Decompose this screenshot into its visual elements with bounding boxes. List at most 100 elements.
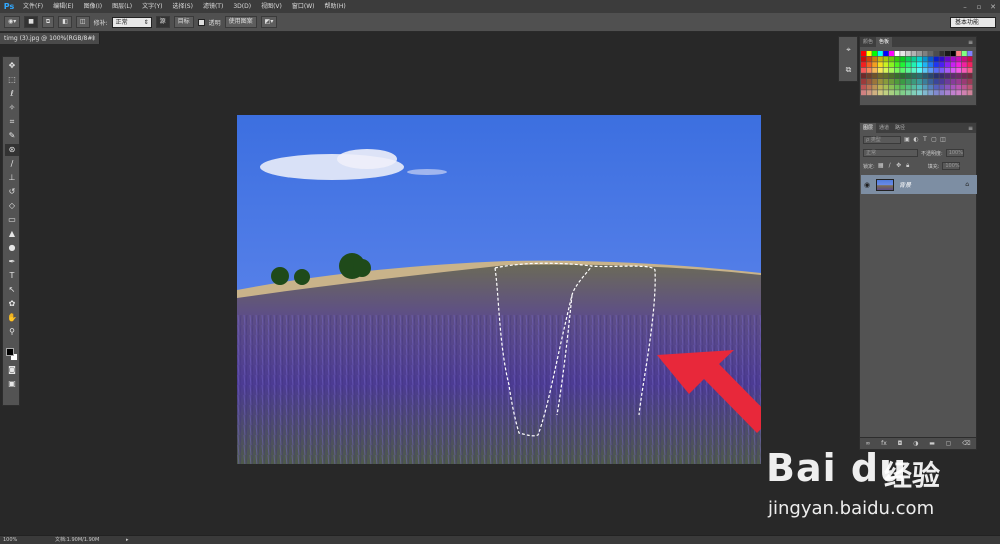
swatch-cell[interactable]	[894, 73, 900, 79]
lock-position-icon[interactable]: ✥	[896, 163, 902, 169]
swatch-cell[interactable]	[872, 79, 878, 84]
screen-mode-icon[interactable]: ▣	[5, 378, 19, 390]
swatch-cell[interactable]	[872, 51, 878, 56]
transparent-checkbox[interactable]	[197, 18, 205, 26]
swatch-cell[interactable]	[928, 51, 934, 56]
intersect-selection-icon[interactable]: ◫	[75, 16, 90, 28]
move-tool-icon[interactable]: ✥	[5, 60, 19, 72]
swatch-cell[interactable]	[911, 84, 917, 90]
subtract-selection-icon[interactable]: ◧	[58, 16, 72, 28]
pattern-picker[interactable]: ◩▾	[260, 16, 278, 28]
swatch-cell[interactable]	[877, 73, 883, 79]
swatch-cell[interactable]	[877, 90, 883, 96]
filter-pixel-icon[interactable]: ▣	[904, 137, 910, 143]
lock-pixels-icon[interactable]: ∕	[887, 163, 893, 169]
lock-all-icon[interactable]: 🔒︎	[905, 163, 911, 169]
swatch-cell[interactable]	[905, 73, 911, 79]
swatch-cell[interactable]	[928, 67, 934, 73]
zoom-level[interactable]: 100%	[3, 536, 17, 544]
new-selection-icon[interactable]: ■	[24, 16, 38, 28]
dodge-tool-icon[interactable]: ●	[5, 242, 19, 254]
swatch-cell[interactable]	[911, 90, 917, 96]
swatch-cell[interactable]	[922, 84, 928, 90]
menu-window[interactable]: 窗口(W)	[287, 0, 320, 13]
swatch-cell[interactable]	[945, 56, 950, 62]
swatch-cell[interactable]	[956, 67, 962, 73]
swatch-cell[interactable]	[917, 90, 922, 96]
swatch-cell[interactable]	[961, 67, 967, 73]
swatch-cell[interactable]	[933, 79, 939, 84]
swatch-cell[interactable]	[877, 56, 883, 62]
swatch-cell[interactable]	[883, 51, 889, 56]
properties-panel-icon[interactable]: ⧉	[842, 63, 855, 76]
swatch-cell[interactable]	[967, 79, 973, 84]
swatch-cell[interactable]	[933, 67, 939, 73]
swatch-cell[interactable]	[945, 84, 950, 90]
tool-preset-icon[interactable]: ◉▾	[4, 16, 21, 28]
swatch-cell[interactable]	[933, 84, 939, 90]
swatch-cell[interactable]	[883, 79, 889, 84]
patch-mode-select[interactable]: 正常	[111, 16, 152, 28]
swatch-cell[interactable]	[905, 51, 911, 56]
panel-menu-icon[interactable]: ≡	[968, 39, 976, 46]
swatch-cell[interactable]	[877, 51, 883, 56]
history-panel-icon[interactable]: ⌖	[842, 43, 855, 56]
swatch-cell[interactable]	[956, 84, 962, 90]
swatch-cell[interactable]	[956, 73, 962, 79]
swatch-grid[interactable]	[861, 51, 977, 105]
swatch-cell[interactable]	[922, 62, 928, 68]
magic-wand-tool-icon[interactable]: ✧	[5, 102, 19, 114]
filter-smart-icon[interactable]: ◫	[940, 137, 946, 143]
swatch-cell[interactable]	[900, 56, 906, 62]
blend-mode-select[interactable]: 正常	[863, 149, 918, 157]
tab-color[interactable]: 颜色	[860, 37, 876, 47]
swatch-cell[interactable]	[939, 67, 945, 73]
shape-tool-icon[interactable]: ✿	[5, 298, 19, 310]
destination-button[interactable]: 目标	[173, 16, 194, 28]
swatch-cell[interactable]	[872, 62, 878, 68]
swatch-cell[interactable]	[911, 51, 917, 56]
swatch-cell[interactable]	[961, 51, 967, 56]
hand-tool-icon[interactable]: ✋	[5, 312, 19, 324]
tab-channels[interactable]: 通道	[876, 123, 892, 133]
swatch-cell[interactable]	[933, 73, 939, 79]
swatch-cell[interactable]	[945, 79, 950, 84]
marquee-tool-icon[interactable]: ⬚	[5, 74, 19, 86]
foreground-color-swatch[interactable]	[6, 348, 14, 356]
swatch-cell[interactable]	[911, 67, 917, 73]
swatch-cell[interactable]	[900, 62, 906, 68]
swatch-cell[interactable]	[889, 62, 894, 68]
swatch-cell[interactable]	[872, 90, 878, 96]
minimize-icon[interactable]: –	[958, 3, 972, 11]
swatch-cell[interactable]	[950, 79, 956, 84]
swatch-cell[interactable]	[945, 67, 950, 73]
swatch-cell[interactable]	[905, 56, 911, 62]
swatch-cell[interactable]	[950, 62, 956, 68]
swatch-cell[interactable]	[900, 84, 906, 90]
swatch-cell[interactable]	[883, 84, 889, 90]
swatch-cell[interactable]	[950, 73, 956, 79]
swatch-cell[interactable]	[967, 56, 973, 62]
swatch-cell[interactable]	[905, 67, 911, 73]
swatch-cell[interactable]	[883, 90, 889, 96]
add-selection-icon[interactable]: ⧉	[41, 16, 55, 28]
swatch-cell[interactable]	[877, 79, 883, 84]
swatch-cell[interactable]	[889, 90, 894, 96]
workspace-select[interactable]: 基本功能	[950, 17, 996, 28]
swatch-cell[interactable]	[911, 79, 917, 84]
menu-help[interactable]: 帮助(H)	[320, 0, 351, 13]
swatch-cell[interactable]	[911, 73, 917, 79]
swatch-cell[interactable]	[866, 73, 872, 79]
swatch-cell[interactable]	[922, 51, 928, 56]
swatch-cell[interactable]	[889, 51, 894, 56]
swatch-cell[interactable]	[889, 56, 894, 62]
swatch-cell[interactable]	[928, 73, 934, 79]
swatch-cell[interactable]	[861, 51, 866, 56]
swatch-cell[interactable]	[861, 79, 866, 84]
swatch-cell[interactable]	[866, 51, 872, 56]
gradient-tool-icon[interactable]: ▭	[5, 214, 19, 226]
path-select-tool-icon[interactable]: ↖	[5, 284, 19, 296]
swatch-cell[interactable]	[939, 73, 945, 79]
crop-tool-icon[interactable]: ⌗	[5, 116, 19, 128]
swatch-cell[interactable]	[905, 84, 911, 90]
